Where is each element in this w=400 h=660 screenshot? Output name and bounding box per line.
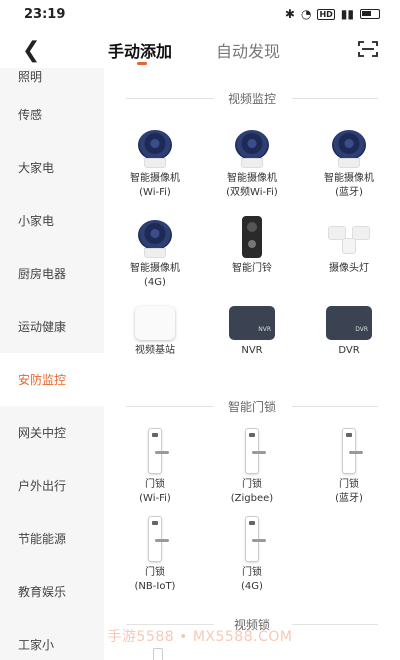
device-subtitle: (蓝牙)	[335, 493, 363, 504]
device-name: 门锁	[242, 479, 262, 490]
section-header-video-surveillance: 视频监控	[104, 88, 400, 108]
device-subtitle: (双频Wi-Fi)	[226, 187, 278, 198]
sidebar-item-label: 大家电	[18, 161, 55, 175]
device-camera-dual-wifi[interactable]: 智能摄像机 (双频Wi-Fi)	[203, 120, 301, 200]
device-lock-wifi[interactable]: 门锁 (Wi-Fi)	[106, 426, 204, 506]
box-label: NVR	[258, 326, 271, 333]
device-name: 门锁	[242, 567, 262, 578]
door-lock-icon	[148, 516, 169, 562]
device-doorbell[interactable]: 智能门铃	[203, 210, 301, 276]
hd-badge: HD	[317, 8, 335, 20]
door-lock-icon	[245, 516, 266, 562]
device-subtitle: (4G)	[144, 277, 166, 288]
device-name: DVR	[338, 345, 360, 356]
device-name: 智能摄像机	[227, 173, 277, 184]
sidebar-item-label: 小家电	[18, 214, 55, 228]
tab-auto-discover[interactable]: 自动发现	[216, 38, 280, 62]
sidebar-item-label: 安防监控	[18, 373, 67, 387]
device-subtitle: (Wi-Fi)	[139, 187, 171, 198]
sidebar-item-label: 教育娱乐	[18, 585, 67, 599]
device-nvr[interactable]: NVR NVR	[203, 292, 301, 358]
device-subtitle: (蓝牙)	[335, 187, 363, 198]
top-bar: ❮ 手动添加 自动发现	[0, 30, 400, 70]
device-name: 智能摄像机	[130, 263, 180, 274]
device-content: 视频监控 智能摄像机 (Wi-Fi) 智能摄像机 (双频Wi-Fi) 智能摄像机…	[104, 68, 400, 660]
floodlight-camera-icon	[326, 222, 372, 258]
sidebar-item-label: 运动健康	[18, 320, 67, 334]
device-name: 智能门铃	[232, 263, 272, 274]
device-floodlight-camera[interactable]: 摄像头灯	[300, 210, 398, 276]
device-dvr[interactable]: DVR DVR	[300, 292, 398, 358]
device-camera-bluetooth[interactable]: 智能摄像机 (蓝牙)	[300, 120, 398, 200]
section-header-smart-lock: 智能门锁	[104, 396, 400, 416]
device-subtitle: (4G)	[241, 581, 263, 592]
dvr-recorder-icon: DVR	[326, 306, 372, 340]
door-lock-icon	[245, 428, 266, 474]
tab-manual-add[interactable]: 手动添加	[108, 38, 172, 62]
device-lock-4g[interactable]: 门锁 (4G)	[203, 514, 301, 594]
sidebar-item-label: 节能能源	[18, 532, 67, 546]
category-sidebar: 照明 传感 大家电 小家电 厨房电器 运动健康 安防监控 网关中控 户外出行 节…	[0, 68, 104, 660]
nvr-recorder-icon: NVR	[229, 306, 275, 340]
sidebar-item-major-appliance[interactable]: 大家电	[0, 141, 104, 194]
active-tab-indicator	[137, 62, 147, 65]
status-bar: 23:19 ✱ ◔ HD ▮▮	[0, 0, 400, 30]
device-video-hub[interactable]: 视频基站	[106, 292, 204, 358]
status-time: 23:19	[24, 7, 66, 22]
wifi-icon: ◔	[300, 7, 312, 21]
divider	[292, 406, 378, 407]
sidebar-item-sports-health[interactable]: 运动健康	[0, 300, 104, 353]
camera-icon	[332, 130, 366, 168]
box-label: DVR	[355, 326, 368, 333]
sidebar-item-education[interactable]: 教育娱乐	[0, 565, 104, 618]
device-camera-wifi[interactable]: 智能摄像机 (Wi-Fi)	[106, 120, 204, 200]
sidebar-item-security[interactable]: 安防监控	[0, 353, 104, 406]
camera-icon	[235, 130, 269, 168]
device-name: 智能摄像机	[130, 173, 180, 184]
sidebar-item-lighting[interactable]: 照明	[0, 68, 104, 88]
divider	[292, 98, 378, 99]
watermark-text: 手游5588 • MX5588.COM	[107, 629, 293, 645]
sidebar-item-sensor[interactable]: 传感	[0, 88, 104, 141]
sidebar-item-small-appliance[interactable]: 小家电	[0, 194, 104, 247]
device-name: 门锁	[145, 479, 165, 490]
back-arrow-icon[interactable]: ❮	[22, 38, 40, 63]
device-subtitle: (Zigbee)	[230, 493, 274, 504]
camera-icon	[138, 220, 172, 258]
device-subtitle: (Wi-Fi)	[139, 493, 171, 504]
device-name: 视频基站	[135, 345, 175, 356]
video-lock-device-partial[interactable]	[148, 648, 168, 660]
sidebar-item-energy[interactable]: 节能能源	[0, 512, 104, 565]
sidebar-item-label: 网关中控	[18, 426, 67, 440]
sidebar-item-label: 厨房电器	[18, 267, 67, 281]
battery-icon	[360, 9, 380, 19]
sidebar-item-label: 照明	[18, 70, 43, 84]
device-name: 门锁	[145, 567, 165, 578]
device-name: 摄像头灯	[329, 263, 369, 274]
bluetooth-icon: ✱	[284, 7, 295, 21]
status-icons: ✱ ◔ HD ▮▮	[285, 7, 380, 21]
device-name: NVR	[241, 345, 263, 356]
sidebar-item-outdoor[interactable]: 户外出行	[0, 459, 104, 512]
base-station-icon	[135, 306, 175, 340]
device-lock-nb-iot[interactable]: 门锁 (NB-IoT)	[106, 514, 204, 594]
camera-icon	[138, 130, 172, 168]
door-lock-icon	[148, 428, 169, 474]
sidebar-item-kitchen[interactable]: 厨房电器	[0, 247, 104, 300]
sidebar-item-label: 传感	[18, 108, 43, 122]
divider	[292, 624, 378, 625]
sidebar-item-gateway[interactable]: 网关中控	[0, 406, 104, 459]
device-name: 智能摄像机	[324, 173, 374, 184]
door-lock-icon	[153, 648, 163, 660]
device-name: 门锁	[339, 479, 359, 490]
device-subtitle: (NB-IoT)	[134, 581, 176, 592]
signal-icon: ▮▮	[340, 7, 354, 21]
sidebar-item-label: 户外出行	[18, 479, 67, 493]
device-lock-zigbee[interactable]: 门锁 (Zigbee)	[203, 426, 301, 506]
device-camera-4g[interactable]: 智能摄像机 (4G)	[106, 210, 204, 290]
door-lock-icon	[342, 428, 363, 474]
device-lock-bluetooth[interactable]: 门锁 (蓝牙)	[300, 426, 398, 506]
doorbell-icon	[242, 216, 262, 258]
scan-icon[interactable]	[358, 40, 378, 58]
